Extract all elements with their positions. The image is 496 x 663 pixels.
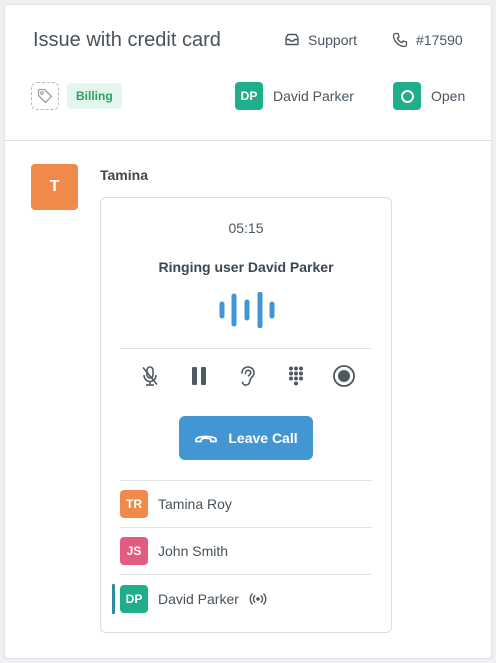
mic-off-icon — [142, 366, 158, 386]
tag-badge[interactable]: Billing — [67, 83, 122, 109]
keypad-button[interactable] — [283, 363, 309, 389]
participant-row-active[interactable]: DP David Parker — [112, 576, 372, 622]
pause-icon — [191, 367, 206, 385]
call-controls — [137, 362, 357, 390]
add-tag-button[interactable] — [31, 82, 59, 110]
phone-icon — [392, 32, 408, 48]
call-timer: 05:15 — [228, 220, 264, 236]
assignee-name: David Parker — [273, 88, 354, 104]
channel-label: Support — [308, 32, 358, 48]
leave-call-label: Leave Call — [228, 430, 298, 446]
ticket-header: Issue with credit card Support #17590 Bi… — [5, 5, 491, 141]
ticket-number: #17590 — [416, 32, 463, 48]
participant-avatar: TR — [120, 490, 148, 518]
call-widget: 05:15 Ringing user David Parker Leave Ca… — [100, 197, 392, 633]
assignee-avatar: DP — [235, 82, 263, 110]
participant-name: Tamina Roy — [158, 496, 232, 512]
sender-avatar: T — [31, 164, 78, 210]
tag-icon — [37, 88, 53, 104]
divider — [120, 574, 372, 575]
hold-button[interactable] — [186, 363, 212, 389]
active-speaker-indicator — [112, 584, 115, 614]
keypad-icon — [288, 366, 303, 386]
participant-avatar: JS — [120, 537, 148, 565]
ringing-signal-icon — [249, 593, 267, 605]
participant-row[interactable]: TR Tamina Roy — [120, 481, 372, 527]
assignee[interactable]: DP David Parker — [235, 82, 354, 110]
status-selector[interactable]: Open — [393, 82, 465, 110]
ticket-title: Issue with credit card — [33, 29, 221, 51]
record-button[interactable] — [331, 363, 357, 389]
ticket-properties: Billing DP David Parker Open — [31, 82, 467, 112]
channel-meta[interactable]: Support — [284, 32, 357, 48]
status-label: Open — [431, 88, 466, 104]
mute-button[interactable] — [137, 363, 163, 389]
sender-name: Tamina — [100, 167, 148, 183]
ticket-number-meta[interactable]: #17590 — [392, 32, 463, 48]
audio-wave-icon — [219, 292, 275, 328]
participant-avatar: DP — [120, 585, 148, 613]
leave-call-button[interactable]: Leave Call — [179, 416, 313, 460]
divider — [120, 348, 372, 349]
ticket-card: Issue with credit card Support #17590 Bi… — [4, 4, 492, 659]
inbox-icon — [285, 33, 299, 46]
listen-button[interactable] — [234, 363, 260, 389]
participant-name: John Smith — [158, 543, 229, 559]
call-status-text: Ringing user David Parker — [158, 259, 334, 275]
ear-icon — [241, 366, 255, 386]
hang-up-icon — [195, 435, 218, 443]
participant-row[interactable]: JS John Smith — [120, 528, 372, 574]
record-icon — [333, 365, 355, 387]
open-status-icon — [393, 82, 421, 110]
participant-name: David Parker — [158, 591, 239, 607]
